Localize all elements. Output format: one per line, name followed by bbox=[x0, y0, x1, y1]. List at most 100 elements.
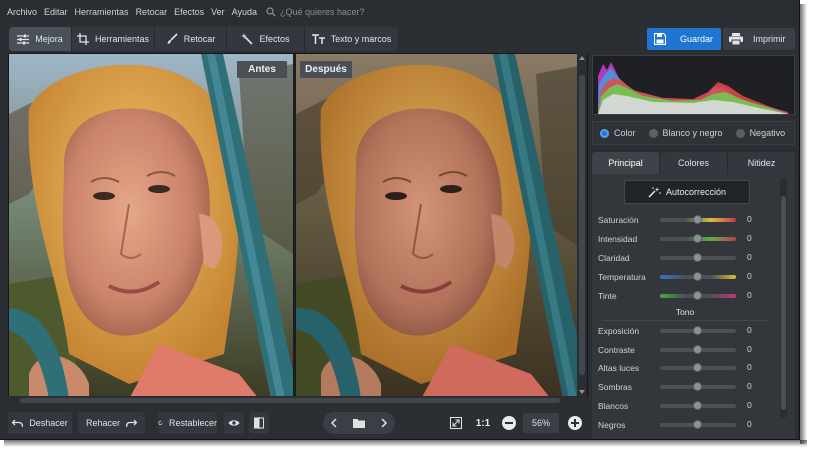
preview-button[interactable] bbox=[224, 412, 244, 434]
tab-efectos[interactable]: Efectos bbox=[227, 27, 305, 51]
menu-ver[interactable]: Ver bbox=[211, 7, 225, 17]
scroll-up-icon[interactable] bbox=[579, 56, 585, 60]
viewer-vertical-scrollbar[interactable] bbox=[577, 53, 587, 398]
zoom-actual-size-button[interactable]: 1:1 bbox=[473, 412, 493, 434]
slider-track[interactable] bbox=[660, 344, 736, 354]
slider-handle[interactable] bbox=[693, 272, 702, 281]
scrollbar-thumb[interactable] bbox=[20, 398, 560, 403]
viewer-horizontal-scrollbar[interactable] bbox=[8, 396, 578, 405]
undo-button[interactable]: Deshacer bbox=[8, 412, 72, 434]
slider-altas-luces: Altas luces 0 bbox=[598, 361, 778, 375]
autocorrect-button[interactable]: Autocorrección bbox=[624, 180, 750, 204]
slider-sombras: Sombras 0 bbox=[598, 380, 778, 394]
radio-negativo[interactable] bbox=[735, 128, 745, 138]
tab-nitidez[interactable]: Nitidez bbox=[728, 152, 795, 174]
photo-viewer[interactable]: Antes Después bbox=[8, 53, 588, 398]
histogram bbox=[592, 55, 795, 115]
tab-retocar[interactable]: Retocar bbox=[155, 27, 227, 51]
tab-texto-marcos[interactable]: Texto y marcos bbox=[305, 27, 398, 51]
slider-handle[interactable] bbox=[693, 253, 702, 262]
menu-herramientas[interactable]: Herramientas bbox=[75, 7, 129, 17]
menu-editar[interactable]: Editar bbox=[44, 7, 68, 17]
slider-label: Sombras bbox=[598, 382, 633, 393]
crop-icon bbox=[76, 33, 89, 45]
slider-value: 0 bbox=[747, 343, 752, 354]
window-shadow bbox=[800, 4, 807, 444]
slider-track[interactable] bbox=[660, 382, 736, 392]
zoom-value[interactable]: 56% bbox=[523, 413, 559, 433]
slider-track[interactable] bbox=[660, 253, 736, 262]
save-icon bbox=[654, 33, 666, 45]
reset-button[interactable]: Restablecer bbox=[158, 412, 217, 434]
tab-herramientas[interactable]: Herramientas bbox=[72, 27, 155, 51]
slider-handle[interactable] bbox=[693, 382, 702, 392]
menu-archivo[interactable]: Archivo bbox=[7, 7, 37, 17]
panel-scrollbar[interactable] bbox=[780, 178, 787, 418]
slider-track[interactable] bbox=[660, 400, 736, 410]
slider-track[interactable] bbox=[660, 363, 736, 373]
redo-button[interactable]: Rehacer bbox=[78, 412, 145, 434]
chevron-left-icon[interactable] bbox=[330, 418, 338, 428]
slider-handle[interactable] bbox=[693, 234, 702, 243]
slider-blancos: Blancos 0 bbox=[598, 399, 778, 413]
adjustments-panel: Autocorrección Saturación 0 Intensidad 0 Cla… bbox=[592, 174, 795, 439]
slider-value: 0 bbox=[747, 362, 752, 373]
slider-track[interactable] bbox=[660, 419, 736, 429]
slider-handle[interactable] bbox=[693, 419, 702, 429]
print-button[interactable]: Imprimir bbox=[723, 28, 795, 50]
slider-contraste: Contraste 0 bbox=[598, 343, 778, 357]
slider-handle[interactable] bbox=[693, 400, 702, 410]
save-button[interactable]: Guardar bbox=[647, 28, 721, 50]
fit-to-screen-button[interactable] bbox=[447, 412, 465, 434]
slider-value: 0 bbox=[747, 418, 752, 429]
tab-mejora[interactable]: Mejora bbox=[9, 27, 72, 51]
slider-intensidad: Intensidad 0 bbox=[598, 232, 778, 246]
scrollbar-thumb[interactable] bbox=[781, 196, 786, 410]
folder-icon[interactable] bbox=[352, 418, 365, 428]
slider-handle[interactable] bbox=[693, 344, 702, 354]
eye-icon bbox=[228, 420, 240, 426]
tone-section-title: Tono bbox=[675, 307, 695, 317]
slider-handle[interactable] bbox=[693, 326, 702, 335]
zoom-in-button[interactable] bbox=[568, 416, 582, 430]
reset-icon bbox=[158, 420, 163, 426]
slider-track[interactable] bbox=[660, 272, 736, 281]
slider-track[interactable] bbox=[660, 234, 736, 243]
slider-handle[interactable] bbox=[693, 291, 702, 300]
undo-label: Deshacer bbox=[29, 418, 68, 428]
radio-color[interactable] bbox=[600, 128, 609, 138]
compare-button[interactable] bbox=[249, 412, 269, 434]
tab-colores[interactable]: Colores bbox=[660, 152, 728, 174]
print-label: Imprimir bbox=[753, 34, 786, 44]
slider-exposicion: Exposición 0 bbox=[598, 324, 778, 338]
magic-wand-icon bbox=[648, 186, 661, 197]
undo-icon bbox=[12, 419, 24, 427]
slider-label: Claridad bbox=[598, 253, 630, 263]
photo-before bbox=[9, 54, 293, 397]
slider-track[interactable] bbox=[660, 291, 736, 300]
menu-search[interactable] bbox=[266, 7, 390, 17]
tab-efectos-label: Efectos bbox=[259, 34, 290, 44]
slider-track[interactable] bbox=[660, 326, 736, 335]
scroll-down-icon[interactable] bbox=[579, 390, 585, 394]
slider-value: 0 bbox=[747, 290, 752, 300]
slider-handle[interactable] bbox=[693, 215, 702, 224]
radio-blanco-negro[interactable] bbox=[648, 128, 658, 138]
slider-handle[interactable] bbox=[693, 363, 702, 373]
panel-tabs: Principal Colores Nitidez bbox=[592, 152, 795, 174]
section-divider bbox=[602, 320, 768, 321]
slider-label: Negros bbox=[598, 419, 626, 430]
sliders-icon bbox=[17, 34, 30, 44]
tab-retocar-label: Retocar bbox=[183, 34, 216, 44]
before-label: Antes bbox=[237, 61, 287, 78]
search-input[interactable] bbox=[279, 7, 390, 17]
zoom-out-button[interactable] bbox=[502, 416, 516, 430]
menu-ayuda[interactable]: Ayuda bbox=[232, 7, 257, 17]
scrollbar-thumb[interactable] bbox=[579, 75, 585, 375]
brush-icon bbox=[167, 33, 178, 44]
slider-track[interactable] bbox=[660, 215, 736, 224]
tab-principal[interactable]: Principal bbox=[592, 152, 660, 174]
menu-retocar[interactable]: Retocar bbox=[136, 7, 168, 17]
menu-efectos[interactable]: Efectos bbox=[174, 7, 204, 17]
chevron-right-icon[interactable] bbox=[380, 418, 388, 428]
